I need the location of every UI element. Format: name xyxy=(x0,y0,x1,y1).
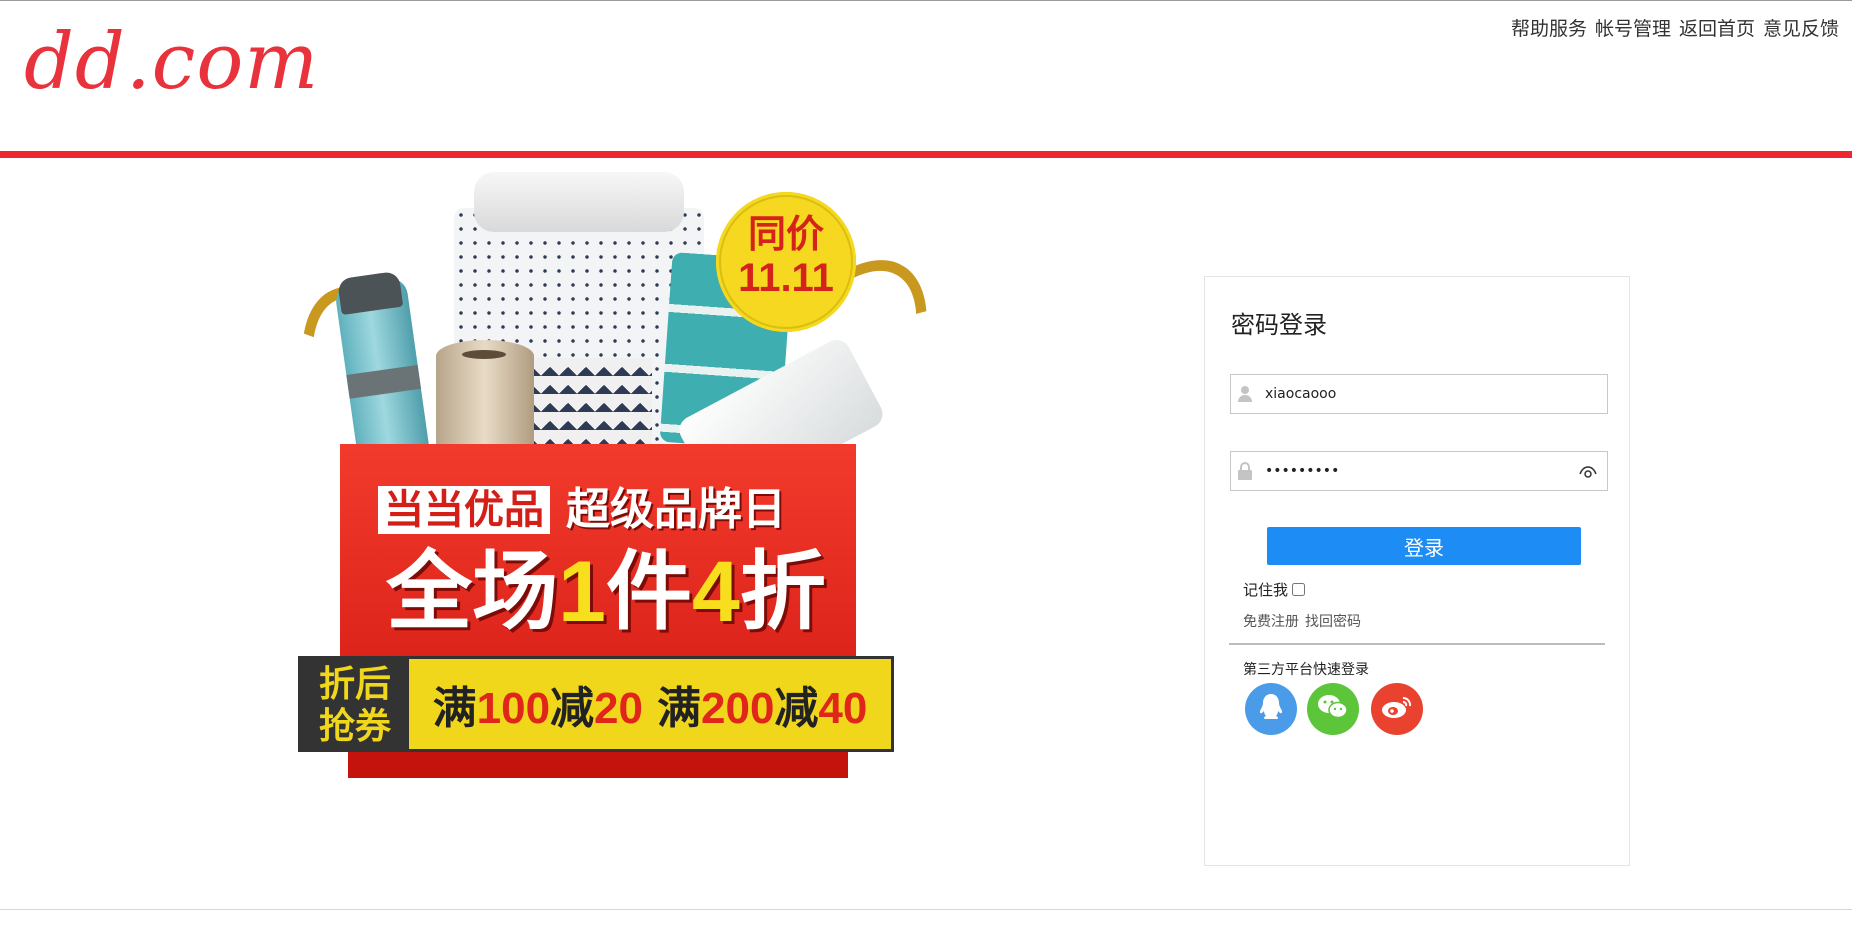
site-logo[interactable]: dd.com xyxy=(24,22,319,102)
user-icon xyxy=(1231,375,1259,413)
account-management-link[interactable]: 帐号管理 xyxy=(1595,14,1671,41)
offer-2-a: 满 xyxy=(657,684,701,733)
offer-1-a: 满 xyxy=(432,684,477,733)
weibo-icon xyxy=(1381,694,1413,724)
sale-mid: 件 xyxy=(606,544,692,640)
footer-divider xyxy=(0,909,1852,910)
wechat-login-button[interactable] xyxy=(1307,683,1359,735)
sale-number-2: 4 xyxy=(692,544,740,640)
same-price-badge: 同价 11.11 xyxy=(716,192,856,332)
login-panel: 密码登录 登录 记住我 免费注册 找回密码 第三方平台快速登录 xyxy=(1204,276,1630,866)
coupon-label: 折后 抢券 xyxy=(301,659,409,749)
password-input[interactable] xyxy=(1265,452,1565,490)
brand-tag: 当当优品 xyxy=(378,486,550,534)
offer-1-c: 减 xyxy=(550,684,595,733)
offer-2-b: 200 xyxy=(701,684,775,733)
feedback-link[interactable]: 意见反馈 xyxy=(1763,14,1839,41)
sale-suffix: 折 xyxy=(739,544,826,640)
header-divider xyxy=(0,151,1852,158)
qq-login-button[interactable] xyxy=(1245,683,1297,735)
wechat-icon xyxy=(1317,693,1349,725)
back-home-link[interactable]: 返回首页 xyxy=(1679,14,1755,41)
register-link[interactable]: 免费注册 xyxy=(1243,611,1299,631)
offer-2-d: 40 xyxy=(818,684,868,733)
badge-text-top: 同价 xyxy=(747,214,824,256)
username-field[interactable] xyxy=(1230,374,1608,414)
offer-1-d: 20 xyxy=(594,684,643,733)
forgot-password-link[interactable]: 找回密码 xyxy=(1305,611,1361,631)
account-links: 免费注册 找回密码 xyxy=(1243,611,1361,631)
promo-banner: 同价 11.11 当当优品 超级品牌日 全场1件4折 折后 抢券 满100减20… xyxy=(267,168,964,784)
eye-icon[interactable] xyxy=(1579,464,1597,478)
help-service-link[interactable]: 帮助服务 xyxy=(1511,14,1587,41)
lock-icon xyxy=(1231,452,1259,490)
offer-1-b: 100 xyxy=(476,684,551,733)
remember-me[interactable]: 记住我 xyxy=(1243,579,1306,600)
sale-number-1: 1 xyxy=(558,544,606,640)
coupon-strip: 折后 抢券 满100减20 满200减40 xyxy=(298,656,894,752)
offer-2: 满200减40 xyxy=(657,672,867,736)
top-border xyxy=(0,0,1852,1)
remember-me-checkbox[interactable] xyxy=(1292,583,1306,596)
coupon-label-line2: 抢券 xyxy=(318,705,391,746)
sale-headline: 全场1件4折 xyxy=(376,542,836,642)
brand-row: 当当优品 超级品牌日 xyxy=(378,486,786,534)
login-title: 密码登录 xyxy=(1231,311,1327,339)
offer-2-c: 减 xyxy=(774,684,819,733)
top-nav: 帮助服务 帐号管理 返回首页 意见反馈 xyxy=(1511,14,1839,41)
remember-me-label: 记住我 xyxy=(1243,581,1289,599)
qq-icon xyxy=(1257,692,1285,726)
pillow-image xyxy=(474,172,684,232)
coupon-offers: 满100减20 满200减40 xyxy=(409,659,891,749)
username-input[interactable] xyxy=(1265,375,1565,413)
password-field[interactable] xyxy=(1230,451,1608,491)
login-button[interactable]: 登录 xyxy=(1267,527,1581,565)
brand-day-text: 超级品牌日 xyxy=(566,485,786,534)
sale-prefix: 全场 xyxy=(386,544,559,640)
third-party-title: 第三方平台快速登录 xyxy=(1243,662,1369,678)
weibo-login-button[interactable] xyxy=(1371,683,1423,735)
coupon-label-line1: 折后 xyxy=(318,663,391,704)
panel-divider xyxy=(1229,643,1605,645)
offer-1: 满100减20 xyxy=(433,672,643,736)
badge-text-bottom: 11.11 xyxy=(738,256,834,300)
